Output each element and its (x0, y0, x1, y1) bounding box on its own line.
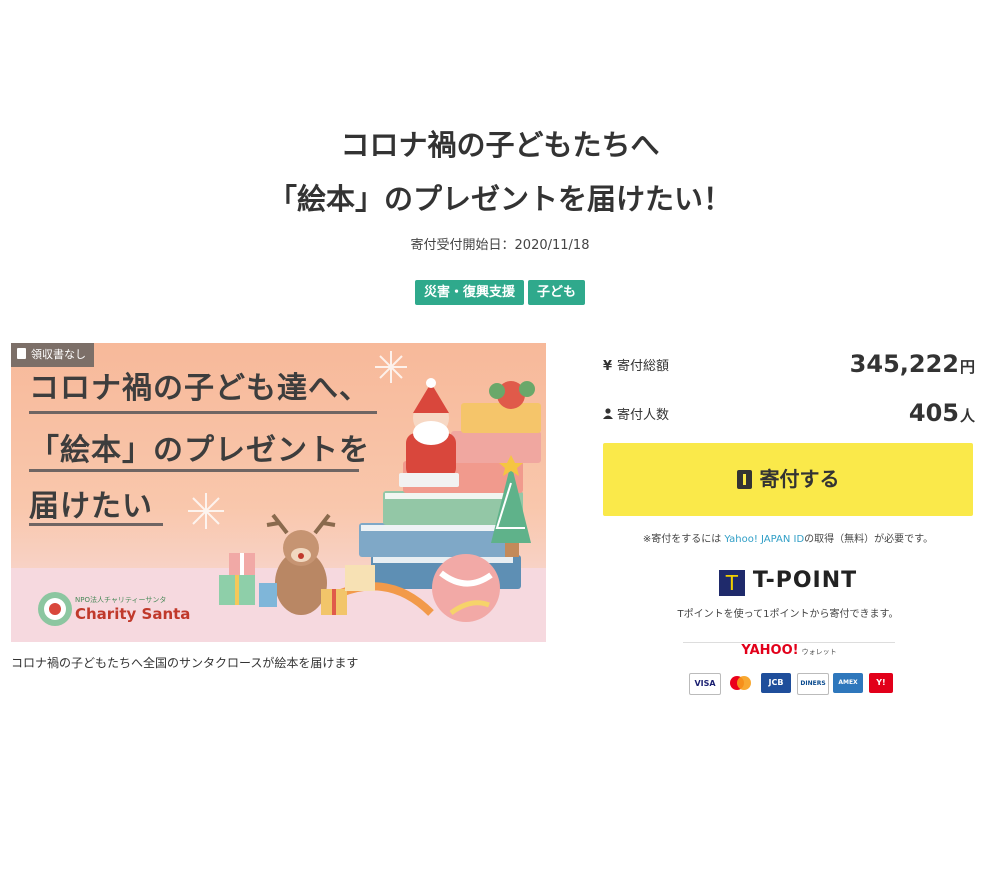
image-caption: コロナ禍の子どもたちへ全国のサンタクロースが絵本を届けます (11, 656, 359, 670)
yahoo-card-icon: Y! (869, 673, 893, 693)
yahoo-id-link[interactable]: Yahoo! JAPAN ID (724, 534, 804, 545)
person-icon (603, 408, 617, 423)
logo-name: Charity Santa (75, 605, 191, 623)
donation-total-value: 345,222円 (850, 350, 975, 378)
donation-total-row: ¥ 寄付総額 345,222円 (603, 348, 975, 378)
yahoo-logo-text: YAHOO! (741, 643, 799, 658)
yen-icon: ¥ (603, 359, 613, 374)
visa-card-icon: VISA (689, 673, 721, 695)
tpoint-logo-text: T-POINT (752, 568, 858, 593)
tpoint-section: T T-POINT (603, 568, 973, 596)
yahoo-wallet-logo: YAHOO! ウォレット (683, 643, 895, 658)
document-icon (17, 348, 26, 359)
wallet-label: ウォレット (801, 648, 837, 656)
diners-card-icon: DINERS (797, 673, 829, 695)
logo-org-type: NPO法人チャリティーサンタ (75, 596, 167, 604)
tag-children[interactable]: 子ども (528, 280, 586, 305)
donate-button-label: 寄付する (759, 467, 840, 491)
gift-icon (736, 470, 752, 489)
payment-card-icons: VISA JCB DINERS AMEX Y! (689, 673, 893, 695)
project-title: コロナ禍の子どもたちへ 「絵本」のプレゼントを届けたい！ (0, 118, 1000, 226)
banner-underline-2 (29, 469, 359, 472)
banner-headline-2: 「絵本」のプレゼントを (29, 433, 370, 468)
donor-count-value: 405人 (909, 399, 975, 427)
donor-count-label: 寄付人数 (603, 404, 669, 423)
start-date: 寄付受付開始日：2020/11/18 (410, 238, 590, 253)
project-title-line2: 「絵本」のプレゼントを届けたい！ (267, 182, 732, 216)
tpoint-description: Tポイントを使って1ポイントから寄付できます。 (677, 609, 899, 620)
notice-text-after: の取得（無料）が必要です。 (804, 534, 934, 545)
notice-text-before: ※寄付をするには (642, 534, 725, 545)
amex-card-icon: AMEX (833, 673, 863, 693)
project-title-line1: コロナ禍の子どもたちへ (340, 128, 660, 162)
donation-total-label-text: 寄付総額 (617, 359, 670, 374)
yen-unit: 円 (959, 358, 975, 376)
donor-count-row: 寄付人数 405人 (603, 397, 975, 427)
person-unit: 人 (959, 407, 975, 425)
tag-disaster-support[interactable]: 災害・復興支援 (414, 280, 524, 305)
banner-headline-1: コロナ禍の子ども達へ、 (29, 371, 370, 406)
yahoo-id-notice: ※寄付をするには Yahoo! JAPAN IDの取得（無料）が必要です。 (603, 530, 973, 545)
receipt-badge-text: 領収書なし (31, 348, 86, 361)
mastercard-icon (725, 673, 755, 693)
banner-headline-3: 届けたい (29, 489, 153, 524)
banner-underline-1 (29, 411, 377, 414)
jcb-card-icon: JCB (761, 673, 791, 693)
donation-total-amount: 345,222 (849, 350, 959, 378)
donor-count-number: 405 (908, 399, 959, 427)
donation-total-label: ¥ 寄付総額 (603, 355, 669, 374)
donor-count-label-text: 寄付人数 (617, 408, 670, 423)
category-tags: 災害・復興支援 子ども (0, 280, 1000, 305)
donate-button[interactable]: 寄付する (603, 443, 973, 516)
project-banner-image: 領収書なし コロナ禍の子ども達へ、 「絵本」のプレゼントを 届けたい NPO法人… (11, 343, 546, 642)
banner-underline-3 (29, 523, 163, 526)
yahoo-wallet-section: YAHOO! ウォレット VISA JCB DINERS AMEX Y! (683, 642, 895, 703)
tpoint-logo-icon: T (718, 570, 745, 596)
